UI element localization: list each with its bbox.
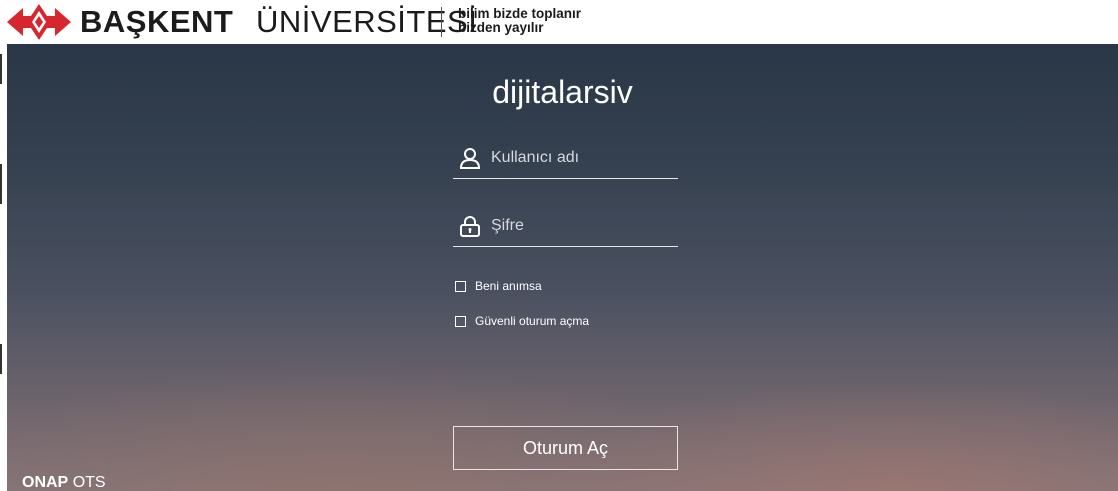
site-header: BAŞKENT ÜNİVERSİTESİ bilim bizde toplanı… <box>0 0 1118 44</box>
brand-name-bold: BAŞKENT <box>80 4 234 39</box>
secure-login-checkbox[interactable] <box>455 315 466 327</box>
remember-me-row[interactable]: Beni anımsa <box>455 278 542 294</box>
lock-icon <box>460 216 480 237</box>
slogan-line-2: bizden yayılır <box>458 20 544 35</box>
baskent-logo-icon <box>7 4 71 40</box>
login-stage: dijitalarsiv Beni anımsa Güvenli oturum … <box>7 44 1118 491</box>
remember-me-checkbox[interactable] <box>455 280 466 292</box>
user-icon <box>459 148 481 169</box>
password-input[interactable] <box>491 212 671 240</box>
left-edge <box>0 44 7 491</box>
secure-login-row[interactable]: Güvenli oturum açma <box>455 313 589 329</box>
footer-product-bold: ONAP <box>22 474 69 491</box>
brand-name-regular: ÜNİVERSİTESİ <box>256 4 478 39</box>
password-field <box>453 206 678 247</box>
login-button[interactable]: Oturum Aç <box>453 426 678 470</box>
username-field <box>453 138 678 179</box>
secure-login-label: Güvenli oturum açma <box>475 314 590 328</box>
footer-product: ONAP OTS <box>22 474 106 491</box>
username-input[interactable] <box>491 144 671 172</box>
app-title: dijitalarsiv <box>492 74 633 110</box>
slogan: bilim bizde toplanır bizden yayılır <box>458 7 581 35</box>
slogan-line-1: bilim bizde toplanır <box>458 6 582 21</box>
brand-divider <box>441 7 442 37</box>
footer-product-rest: OTS <box>72 474 106 491</box>
remember-me-label: Beni anımsa <box>475 279 542 293</box>
